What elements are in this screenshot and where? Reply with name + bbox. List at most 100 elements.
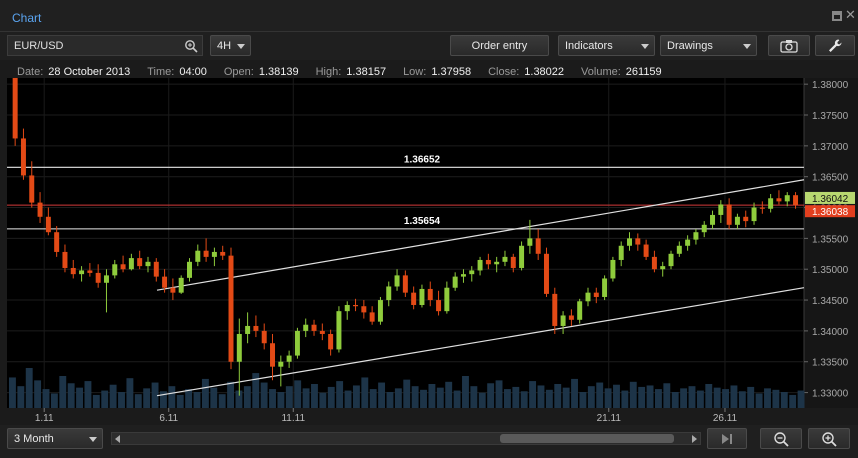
volume-bar [789,394,797,408]
candle-body [377,300,383,322]
candle-body [784,195,790,202]
volume-bar [168,386,176,408]
candle-body [660,266,666,270]
candle-body [303,324,309,331]
window-title: Chart [12,11,42,25]
candle-body [112,264,118,276]
low-label: Low: [403,66,427,78]
candle-body [270,343,276,367]
time-axis-tick-label: 11.11 [281,413,305,423]
search-icon[interactable] [184,39,198,53]
zoom-out-button[interactable] [760,428,802,449]
volume-bar [302,388,310,408]
volume-bar [185,389,193,408]
volume-bar [629,381,637,408]
candle-body [535,238,541,254]
volume-bar [755,393,763,408]
candle-body [585,292,591,302]
volume-bar [277,392,285,408]
candle-body [145,261,151,267]
volume-bar [462,376,469,408]
maximize-icon[interactable] [832,11,842,21]
volume-bar [638,386,646,408]
volume-bar [394,388,402,408]
candle-body [460,274,466,277]
range-dropdown[interactable]: 3 Month [7,428,103,449]
order-entry-button[interactable]: Order entry [450,35,549,56]
candle-body [768,198,774,209]
zoom-in-button[interactable] [808,428,850,449]
volume-bar [76,387,84,408]
price-axis-tick-label: 1.34500 [812,296,849,307]
volume-bar [420,389,427,408]
candle-body [103,275,109,283]
volume-bar [772,389,780,408]
candle-body [676,245,682,254]
symbol-search-field[interactable]: EUR/USD [7,35,203,56]
close-label: Close: [488,66,520,78]
candle-body [79,270,85,275]
scroll-right-icon[interactable] [692,435,697,443]
candle-body [228,255,234,362]
candle-body [668,253,674,267]
volume-bar [42,389,50,408]
volume-bar [327,386,335,408]
candle-body [469,270,475,275]
volume-bar [352,385,360,408]
candle-body [20,138,26,176]
close-icon[interactable]: ✕ [845,8,856,21]
scroll-left-icon[interactable] [115,435,120,443]
timeframe-dropdown[interactable]: 4H [210,35,251,56]
go-to-end-button[interactable] [707,428,747,449]
candle-body [353,304,359,307]
candle-body [602,278,608,297]
indicators-dropdown[interactable]: Indicators [558,35,655,56]
candle-body [386,286,392,301]
settings-button[interactable] [815,35,855,56]
candle-body [203,250,209,257]
volume-bar [780,392,788,408]
volume-bar [764,388,771,408]
window-titlebar: Chart ✕ [0,0,858,32]
candle-body [170,287,176,293]
price-badge-label: 1.36042 [812,194,849,205]
candle [294,327,300,359]
candle-body [726,204,732,225]
volume-bar [604,388,612,408]
chevron-down-icon [641,44,649,49]
volume-bar [747,386,755,408]
time-scrollbar[interactable] [111,432,701,445]
candle-body [618,245,624,260]
date-label: Date: [17,66,44,78]
drawings-dropdown[interactable]: Drawings [660,35,757,56]
candle-body [776,198,782,202]
order-entry-label: Order entry [471,39,528,52]
screenshot-button[interactable] [768,35,810,56]
candle-body [411,292,417,305]
zoom-in-icon [822,431,837,447]
volume-bar [109,384,117,408]
volume-bar [587,386,595,408]
candle-body [710,214,716,225]
candle-body [627,238,632,246]
price-chart[interactable]: 1.380001.375001.370001.365001.360001.355… [7,74,858,424]
candle-body [651,256,657,270]
candle-body [120,264,126,270]
volume-bar [596,382,604,408]
candle-body [751,207,757,222]
price-chart-svg[interactable]: 1.380001.375001.370001.365001.360001.355… [7,74,858,424]
candle-body [593,292,599,297]
open-label: Open: [223,66,254,78]
chevron-down-icon [89,437,97,442]
candle-body [153,261,159,277]
candle-body [527,238,533,246]
volume-bar [537,385,545,408]
candle-body [137,258,143,267]
candle [602,275,608,301]
candle [228,247,234,370]
scrollbar-thumb[interactable] [500,434,674,443]
candle-body [261,330,267,344]
chart-toolbar: EUR/USD 4H Order entry Indicators Drawin… [0,32,858,60]
candle-body [278,361,284,367]
candle-body [361,306,367,313]
